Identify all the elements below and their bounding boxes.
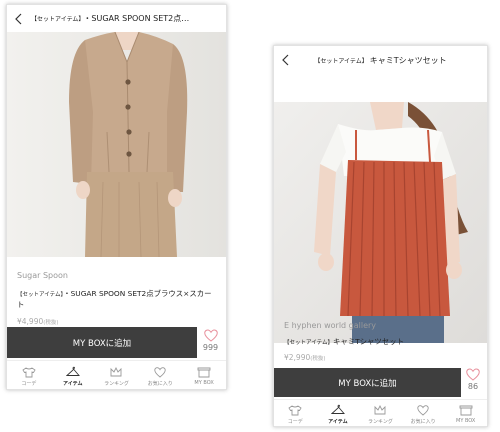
tab-label: コーデ	[21, 380, 37, 387]
price-tax-note: (税抜)	[43, 320, 59, 326]
model-cami-tshirt-image	[274, 102, 487, 343]
product-name: 【セットアイテム】・SUGAR SPOON SET2点ブラウス×スカート	[17, 289, 216, 310]
product-photo[interactable]	[274, 102, 487, 343]
tab-shirt[interactable]: コーデ	[274, 400, 317, 426]
tab-label: コーデ	[287, 418, 303, 425]
tab-heart[interactable]: お気に入り	[138, 361, 182, 389]
heart-icon	[466, 368, 480, 381]
tab-label: MY BOX	[456, 418, 476, 424]
add-to-my-box-button[interactable]: MY BOXに追加	[274, 368, 461, 397]
price-value: ¥4,990	[17, 317, 44, 326]
heart-icon	[154, 366, 166, 378]
title-text: キャミTシャツセット	[369, 55, 447, 65]
brand-name[interactable]: E hyphen world gallery	[284, 321, 477, 330]
bottom-tab-bar: コーデ アイテム ランキング お気に入り MY BOX	[7, 360, 226, 389]
price-tax-note: (税抜)	[310, 356, 326, 362]
chevron-left-icon	[15, 13, 22, 24]
back-button[interactable]	[274, 47, 298, 74]
crown-icon	[111, 366, 122, 376]
tab-label: ランキング	[368, 418, 393, 425]
header-bar: 【セットアイテム】 キャミTシャツセット	[274, 46, 487, 74]
brand-name[interactable]: Sugar Spoon	[17, 271, 216, 280]
tab-heart[interactable]: お気に入り	[402, 400, 445, 426]
tab-crown[interactable]: ランキング	[359, 400, 402, 426]
crown-icon	[375, 404, 386, 414]
tab-box[interactable]: MY BOX	[182, 361, 226, 389]
tab-label: アイテム	[62, 380, 83, 387]
tab-hanger[interactable]: アイテム	[51, 361, 95, 389]
add-to-my-box-button[interactable]: MY BOXに追加	[7, 327, 197, 358]
tab-shirt[interactable]: コーデ	[7, 361, 51, 389]
tab-label: MY BOX	[194, 380, 214, 386]
favorite-button[interactable]: 86	[459, 368, 487, 391]
box-icon	[197, 367, 211, 378]
title-tag: 【セットアイテム】	[31, 16, 82, 23]
product-price: ¥4,990(税抜)	[17, 317, 216, 326]
title-tag: 【セットアイテム】	[314, 57, 368, 65]
price-value: ¥2,990	[284, 353, 311, 362]
product-price: ¥2,990(税抜)	[284, 353, 477, 362]
back-button[interactable]	[7, 5, 31, 32]
product-info: Sugar Spoon 【セットアイテム】・SUGAR SPOON SET2点ブ…	[17, 271, 216, 326]
title-text: ・SUGAR SPOON SET2点…	[83, 14, 190, 23]
product-photo[interactable]	[7, 32, 226, 257]
page-title: 【セットアイテム】 ・SUGAR SPOON SET2点…	[31, 13, 226, 24]
shirt-icon	[288, 404, 302, 415]
model-blouse-skirt-image	[7, 32, 226, 257]
tab-label: お気に入り	[410, 418, 436, 425]
phone-screen-cami-tshirt: 【セットアイテム】 キャミTシャツセット E hyphen world gall…	[273, 45, 488, 427]
hanger-icon	[330, 404, 345, 414]
product-info: E hyphen world gallery 【セットアイテム】キャミTシャツセ…	[284, 321, 477, 362]
product-name: 【セットアイテム】キャミTシャツセット	[284, 337, 477, 348]
bottom-tab-bar: コーデ アイテム ランキング お気に入り MY BOX	[274, 399, 487, 426]
tab-label: アイテム	[328, 418, 348, 425]
favorite-button[interactable]: 999	[195, 329, 226, 352]
chevron-left-icon	[282, 54, 289, 66]
product-name-tag: 【セットアイテム】	[284, 340, 333, 346]
phone-screen-sugar-spoon: 【セットアイテム】 ・SUGAR SPOON SET2点… Sugar Spoo…	[6, 4, 227, 390]
tab-hanger[interactable]: アイテム	[317, 400, 360, 426]
tab-label: お気に入り	[147, 380, 173, 387]
page-title: 【セットアイテム】 キャミTシャツセット	[298, 55, 487, 66]
tab-box[interactable]: MY BOX	[444, 400, 487, 426]
tab-crown[interactable]: ランキング	[95, 361, 139, 389]
product-name-tag: 【セットアイテム】	[17, 292, 64, 298]
hanger-icon	[65, 366, 80, 376]
header-bar: 【セットアイテム】 ・SUGAR SPOON SET2点…	[7, 5, 226, 32]
favorite-count: 86	[467, 382, 479, 391]
box-icon	[459, 405, 473, 416]
product-name-text: キャミTシャツセット	[332, 337, 404, 346]
heart-icon	[203, 329, 218, 342]
tab-label: ランキング	[104, 380, 129, 387]
heart-icon	[417, 404, 429, 416]
shirt-icon	[22, 366, 36, 377]
favorite-count: 999	[202, 343, 219, 352]
